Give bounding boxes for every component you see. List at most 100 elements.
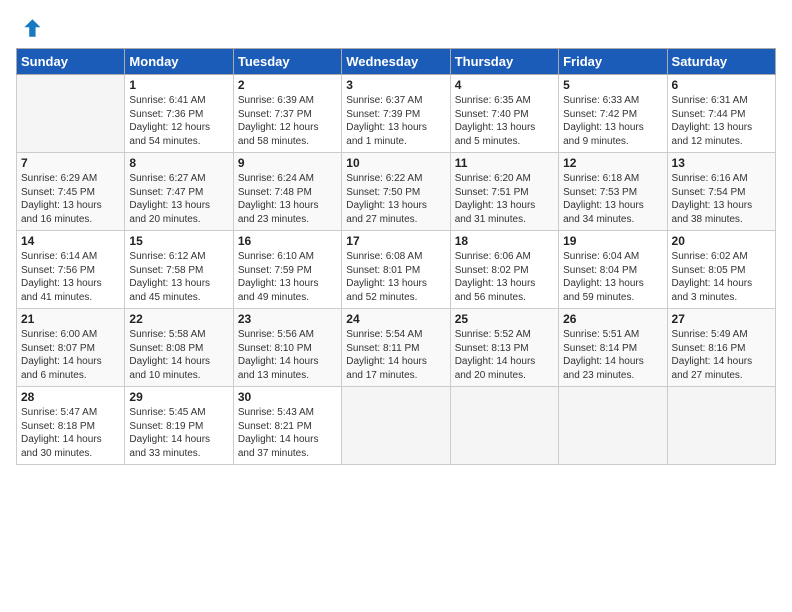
day-info: Sunrise: 6:06 AM Sunset: 8:02 PM Dayligh… <box>455 250 554 304</box>
day-info: Sunrise: 6:12 AM Sunset: 7:58 PM Dayligh… <box>129 250 228 304</box>
calendar-week-3: 14Sunrise: 6:14 AM Sunset: 7:56 PM Dayli… <box>17 231 776 309</box>
day-number: 26 <box>563 312 662 326</box>
calendar-header-wednesday: Wednesday <box>342 49 450 75</box>
calendar-cell: 9 Sunrise: 6:24 AM Sunset: 7:48 PM Daylig… <box>233 153 341 231</box>
day-info: Sunrise: 6:27 AM Sunset: 7:47 PM Dayligh… <box>129 172 228 226</box>
day-info: Sunrise: 6:31 AM Sunset: 7:44 PM Dayligh… <box>672 94 771 148</box>
calendar-cell <box>17 75 125 153</box>
calendar-cell: 18 Sunrise: 6:06 AM Sunset: 8:02 PM Dayli… <box>450 231 558 309</box>
calendar-cell: 16 Sunrise: 6:10 AM Sunset: 7:59 PM Dayli… <box>233 231 341 309</box>
day-info: Sunrise: 6:08 AM Sunset: 8:01 PM Dayligh… <box>346 250 445 304</box>
day-info: Sunrise: 5:51 AM Sunset: 8:14 PM Dayligh… <box>563 328 662 382</box>
day-info: Sunrise: 6:35 AM Sunset: 7:40 PM Dayligh… <box>455 94 554 148</box>
day-number: 16 <box>238 234 337 248</box>
calendar-header-thursday: Thursday <box>450 49 558 75</box>
calendar-cell: 7 Sunrise: 6:29 AM Sunset: 7:45 PM Daylig… <box>17 153 125 231</box>
calendar-header-tuesday: Tuesday <box>233 49 341 75</box>
day-number: 3 <box>346 78 445 92</box>
day-info: Sunrise: 6:29 AM Sunset: 7:45 PM Dayligh… <box>21 172 120 226</box>
day-number: 7 <box>21 156 120 170</box>
calendar-cell: 23Sunrise: 5:56 AM Sunset: 8:10 PM Dayli… <box>233 309 341 387</box>
calendar-cell <box>559 387 667 465</box>
calendar-cell: 12Sunrise: 6:18 AM Sunset: 7:53 PM Dayli… <box>559 153 667 231</box>
day-info: Sunrise: 6:14 AM Sunset: 7:56 PM Dayligh… <box>21 250 120 304</box>
calendar-cell: 21 Sunrise: 6:00 AM Sunset: 8:07 PM Dayli… <box>17 309 125 387</box>
day-info: Sunrise: 6:10 AM Sunset: 7:59 PM Dayligh… <box>238 250 337 304</box>
day-info: Sunrise: 6:33 AM Sunset: 7:42 PM Dayligh… <box>563 94 662 148</box>
day-number: 20 <box>672 234 771 248</box>
day-number: 21 <box>21 312 120 326</box>
day-number: 10 <box>346 156 445 170</box>
day-info: Sunrise: 5:52 AM Sunset: 8:13 PM Dayligh… <box>455 328 554 382</box>
calendar-cell: 5 Sunrise: 6:33 AM Sunset: 7:42 PM Daylig… <box>559 75 667 153</box>
day-info: Sunrise: 6:02 AM Sunset: 8:05 PM Dayligh… <box>672 250 771 304</box>
day-number: 30 <box>238 390 337 404</box>
calendar-cell <box>667 387 775 465</box>
day-number: 18 <box>455 234 554 248</box>
calendar-cell: 13 Sunrise: 6:16 AM Sunset: 7:54 PM Dayli… <box>667 153 775 231</box>
calendar-cell <box>342 387 450 465</box>
header <box>16 16 776 40</box>
day-number: 5 <box>563 78 662 92</box>
day-info: Sunrise: 6:41 AM Sunset: 7:36 PM Dayligh… <box>129 94 228 148</box>
calendar-cell: 26 Sunrise: 5:51 AM Sunset: 8:14 PM Dayli… <box>559 309 667 387</box>
day-info: Sunrise: 5:49 AM Sunset: 8:16 PM Dayligh… <box>672 328 771 382</box>
day-number: 4 <box>455 78 554 92</box>
calendar-cell: 8 Sunrise: 6:27 AM Sunset: 7:47 PM Daylig… <box>125 153 233 231</box>
calendar-cell: 2 Sunrise: 6:39 AM Sunset: 7:37 PM Daylig… <box>233 75 341 153</box>
calendar-header-sunday: Sunday <box>17 49 125 75</box>
calendar-cell: 4 Sunrise: 6:35 AM Sunset: 7:40 PM Daylig… <box>450 75 558 153</box>
calendar-week-1: 1Sunrise: 6:41 AM Sunset: 7:36 PM Daylig… <box>17 75 776 153</box>
day-info: Sunrise: 6:39 AM Sunset: 7:37 PM Dayligh… <box>238 94 337 148</box>
day-info: Sunrise: 6:18 AM Sunset: 7:53 PM Dayligh… <box>563 172 662 226</box>
calendar-cell: 14Sunrise: 6:14 AM Sunset: 7:56 PM Dayli… <box>17 231 125 309</box>
calendar-cell: 25 Sunrise: 5:52 AM Sunset: 8:13 PM Dayli… <box>450 309 558 387</box>
day-info: Sunrise: 5:47 AM Sunset: 8:18 PM Dayligh… <box>21 406 120 460</box>
day-number: 2 <box>238 78 337 92</box>
calendar-cell: 29 Sunrise: 5:45 AM Sunset: 8:19 PM Dayli… <box>125 387 233 465</box>
day-number: 24 <box>346 312 445 326</box>
day-info: Sunrise: 6:37 AM Sunset: 7:39 PM Dayligh… <box>346 94 445 148</box>
day-number: 15 <box>129 234 228 248</box>
logo <box>16 16 42 40</box>
day-info: Sunrise: 6:00 AM Sunset: 8:07 PM Dayligh… <box>21 328 120 382</box>
calendar-cell: 3 Sunrise: 6:37 AM Sunset: 7:39 PM Daylig… <box>342 75 450 153</box>
day-number: 13 <box>672 156 771 170</box>
calendar-cell: 11 Sunrise: 6:20 AM Sunset: 7:51 PM Dayli… <box>450 153 558 231</box>
calendar-cell: 10 Sunrise: 6:22 AM Sunset: 7:50 PM Dayli… <box>342 153 450 231</box>
day-number: 19 <box>563 234 662 248</box>
day-number: 11 <box>455 156 554 170</box>
calendar-cell: 15 Sunrise: 6:12 AM Sunset: 7:58 PM Dayli… <box>125 231 233 309</box>
day-info: Sunrise: 6:20 AM Sunset: 7:51 PM Dayligh… <box>455 172 554 226</box>
calendar-cell: 6 Sunrise: 6:31 AM Sunset: 7:44 PM Daylig… <box>667 75 775 153</box>
day-info: Sunrise: 6:04 AM Sunset: 8:04 PM Dayligh… <box>563 250 662 304</box>
calendar-header-row: SundayMondayTuesdayWednesdayThursdayFrid… <box>17 49 776 75</box>
logo-icon <box>18 16 42 40</box>
calendar-header-monday: Monday <box>125 49 233 75</box>
calendar-table: SundayMondayTuesdayWednesdayThursdayFrid… <box>16 48 776 465</box>
calendar-cell: 22 Sunrise: 5:58 AM Sunset: 8:08 PM Dayli… <box>125 309 233 387</box>
calendar-cell: 28 Sunrise: 5:47 AM Sunset: 8:18 PM Dayli… <box>17 387 125 465</box>
day-info: Sunrise: 5:45 AM Sunset: 8:19 PM Dayligh… <box>129 406 228 460</box>
day-number: 27 <box>672 312 771 326</box>
calendar-week-5: 28 Sunrise: 5:47 AM Sunset: 8:18 PM Dayli… <box>17 387 776 465</box>
calendar-cell: 27 Sunrise: 5:49 AM Sunset: 8:16 PM Dayli… <box>667 309 775 387</box>
day-number: 9 <box>238 156 337 170</box>
calendar-cell: 30 Sunrise: 5:43 AM Sunset: 8:21 PM Dayli… <box>233 387 341 465</box>
day-number: 17 <box>346 234 445 248</box>
day-number: 8 <box>129 156 228 170</box>
calendar-header-saturday: Saturday <box>667 49 775 75</box>
day-number: 28 <box>21 390 120 404</box>
day-info: Sunrise: 6:22 AM Sunset: 7:50 PM Dayligh… <box>346 172 445 226</box>
day-number: 29 <box>129 390 228 404</box>
day-info: Sunrise: 6:16 AM Sunset: 7:54 PM Dayligh… <box>672 172 771 226</box>
day-number: 25 <box>455 312 554 326</box>
day-info: Sunrise: 5:43 AM Sunset: 8:21 PM Dayligh… <box>238 406 337 460</box>
calendar-cell: 20 Sunrise: 6:02 AM Sunset: 8:05 PM Dayli… <box>667 231 775 309</box>
day-number: 22 <box>129 312 228 326</box>
day-info: Sunrise: 6:24 AM Sunset: 7:48 PM Dayligh… <box>238 172 337 226</box>
day-number: 6 <box>672 78 771 92</box>
day-info: Sunrise: 5:54 AM Sunset: 8:11 PM Dayligh… <box>346 328 445 382</box>
day-info: Sunrise: 5:58 AM Sunset: 8:08 PM Dayligh… <box>129 328 228 382</box>
calendar-cell: 24 Sunrise: 5:54 AM Sunset: 8:11 PM Dayli… <box>342 309 450 387</box>
